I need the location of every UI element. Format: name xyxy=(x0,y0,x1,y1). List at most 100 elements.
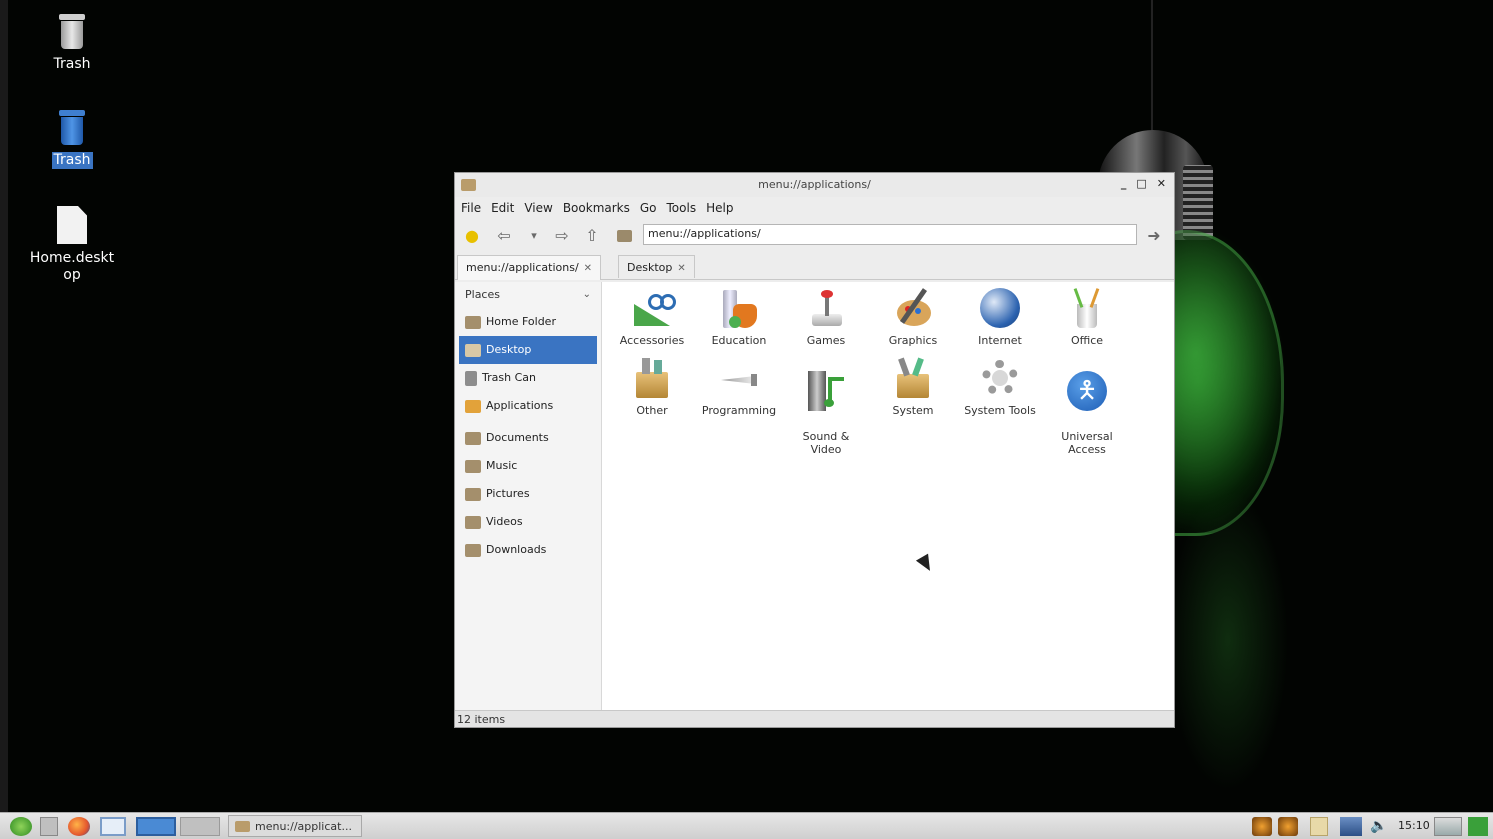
pictures-folder-icon xyxy=(465,487,481,501)
address-bar[interactable]: menu://applications/ xyxy=(643,224,1137,245)
tab-label: menu://applications/ xyxy=(466,261,579,274)
title-bar[interactable]: menu://applications/ _ □ ✕ xyxy=(455,173,1174,197)
sidebar-item-downloads[interactable]: Downloads xyxy=(455,536,601,564)
minimize-button[interactable]: _ xyxy=(1121,177,1127,190)
desktop-icon-label: Home.deskt op xyxy=(29,250,115,283)
folder-icon xyxy=(235,821,250,832)
tab-applications[interactable]: menu://applications/ ✕ xyxy=(457,255,602,280)
app-category-education[interactable]: Education xyxy=(695,286,783,347)
tab-desktop[interactable]: Desktop ✕ xyxy=(618,255,695,278)
taskbar-window-button[interactable]: menu://applicat... xyxy=(228,815,362,837)
update-notifier-icon-2[interactable] xyxy=(1278,817,1298,836)
app-category-system[interactable]: System xyxy=(869,356,957,417)
volume-icon[interactable]: 🔈 xyxy=(1370,817,1388,836)
sound-video-icon xyxy=(804,369,848,413)
menu-edit[interactable]: Edit xyxy=(491,201,514,215)
app-category-games[interactable]: Games xyxy=(782,286,870,347)
screen-lock-icon[interactable] xyxy=(1434,817,1462,836)
back-button[interactable]: ⇦ xyxy=(495,227,513,245)
home-folder-icon xyxy=(465,315,481,329)
music-folder-icon xyxy=(465,459,481,473)
start-menu-icon[interactable] xyxy=(10,817,32,836)
desktop-folder-icon xyxy=(465,343,481,357)
desktop-home-desktop-file[interactable]: Home.deskt op xyxy=(24,206,120,284)
chevron-down-icon[interactable]: ⌄ xyxy=(583,282,591,308)
places-header[interactable]: Places ⌄ xyxy=(455,282,601,308)
firefox-icon[interactable] xyxy=(68,817,90,836)
office-icon xyxy=(1065,286,1109,330)
app-category-other[interactable]: Other xyxy=(608,356,696,417)
menu-bar: File Edit View Bookmarks Go Tools Help xyxy=(455,197,1174,219)
maximize-button[interactable]: □ xyxy=(1136,177,1146,190)
app-category-universal-access[interactable]: 🯅 Universal Access xyxy=(1043,356,1131,469)
app-category-office[interactable]: Office xyxy=(1043,286,1131,347)
logout-icon[interactable] xyxy=(1468,817,1488,836)
forward-button[interactable]: ⇨ xyxy=(553,227,571,245)
close-button[interactable]: ✕ xyxy=(1157,177,1166,190)
folder-view[interactable]: Accessories Education Games Graphics Int… xyxy=(602,282,1174,710)
app-category-programming[interactable]: Programming xyxy=(695,356,783,417)
menu-view[interactable]: View xyxy=(524,201,552,215)
sidebar-item-applications[interactable]: Applications xyxy=(455,392,601,420)
sidebar-item-pictures[interactable]: Pictures xyxy=(455,480,601,508)
network-icon[interactable] xyxy=(1340,817,1362,836)
trash-can-icon xyxy=(465,370,477,386)
system-tools-icon xyxy=(978,356,1022,400)
trash-icon xyxy=(57,14,87,50)
sidebar-item-videos[interactable]: Videos xyxy=(455,508,601,536)
update-notifier-icon[interactable] xyxy=(1252,817,1272,836)
menu-go[interactable]: Go xyxy=(640,201,657,215)
bulb-wire xyxy=(1151,0,1153,140)
up-button[interactable]: ⇧ xyxy=(583,227,601,245)
close-tab-icon[interactable]: ✕ xyxy=(584,263,592,274)
system-icon xyxy=(891,356,935,400)
new-tab-icon[interactable]: ● xyxy=(463,227,481,245)
universal-access-icon: 🯅 xyxy=(1065,369,1109,413)
sidebar-item-desktop[interactable]: Desktop xyxy=(459,336,597,364)
menu-file[interactable]: File xyxy=(461,201,481,215)
document-icon xyxy=(57,206,87,244)
applications-icon xyxy=(465,399,481,413)
education-icon xyxy=(717,286,761,330)
workspace-1-button[interactable] xyxy=(136,817,176,836)
file-manager-launcher-icon[interactable] xyxy=(40,817,58,836)
programming-icon xyxy=(717,356,761,400)
toolbar: ● ⇦ ▾ ⇨ ⇧ menu://applications/ ➜ xyxy=(455,219,1174,253)
clock[interactable]: 15:10 xyxy=(1398,819,1430,832)
accessories-icon xyxy=(630,286,676,330)
videos-folder-icon xyxy=(465,515,481,529)
window-title: menu://applications/ xyxy=(758,178,871,191)
window-switcher-icon[interactable] xyxy=(100,817,126,836)
desktop-trash-icon-1[interactable]: Trash xyxy=(24,14,120,73)
desktop-icon-label: Trash xyxy=(51,152,93,169)
sidebar-item-home-folder[interactable]: Home Folder xyxy=(455,308,601,336)
app-category-graphics[interactable]: Graphics xyxy=(869,286,957,347)
app-category-sound-video[interactable]: Sound & Video xyxy=(782,356,870,469)
sidebar-item-trash-can[interactable]: Trash Can xyxy=(455,364,601,392)
history-dropdown-icon[interactable]: ▾ xyxy=(525,227,543,245)
sidebar-item-documents[interactable]: Documents xyxy=(455,424,601,452)
app-category-internet[interactable]: Internet xyxy=(956,286,1044,347)
menu-tools[interactable]: Tools xyxy=(667,201,697,215)
graphics-icon xyxy=(891,286,935,330)
desktop-icon-label: Trash xyxy=(53,56,91,72)
desktop-trash-icon-2[interactable]: Trash xyxy=(24,110,120,169)
file-manager-window: menu://applications/ _ □ ✕ File Edit Vie… xyxy=(454,172,1175,728)
go-button[interactable]: ➜ xyxy=(1145,227,1163,245)
path-folder-icon xyxy=(615,227,633,245)
clipboard-icon[interactable] xyxy=(1310,817,1328,836)
games-icon xyxy=(804,286,848,330)
other-icon xyxy=(630,356,674,400)
internet-icon xyxy=(978,286,1022,330)
close-tab-icon[interactable]: ✕ xyxy=(677,263,685,274)
app-category-accessories[interactable]: Accessories xyxy=(608,286,696,347)
menu-bookmarks[interactable]: Bookmarks xyxy=(563,201,630,215)
socket-ridges xyxy=(1183,165,1213,240)
downloads-folder-icon xyxy=(465,543,481,557)
app-category-system-tools[interactable]: System Tools xyxy=(956,356,1044,417)
menu-help[interactable]: Help xyxy=(706,201,733,215)
sidebar-item-music[interactable]: Music xyxy=(455,452,601,480)
status-bar: 12 items xyxy=(455,710,1174,727)
tab-bar: menu://applications/ ✕ Desktop ✕ xyxy=(455,253,1174,280)
workspace-2-button[interactable] xyxy=(180,817,220,836)
